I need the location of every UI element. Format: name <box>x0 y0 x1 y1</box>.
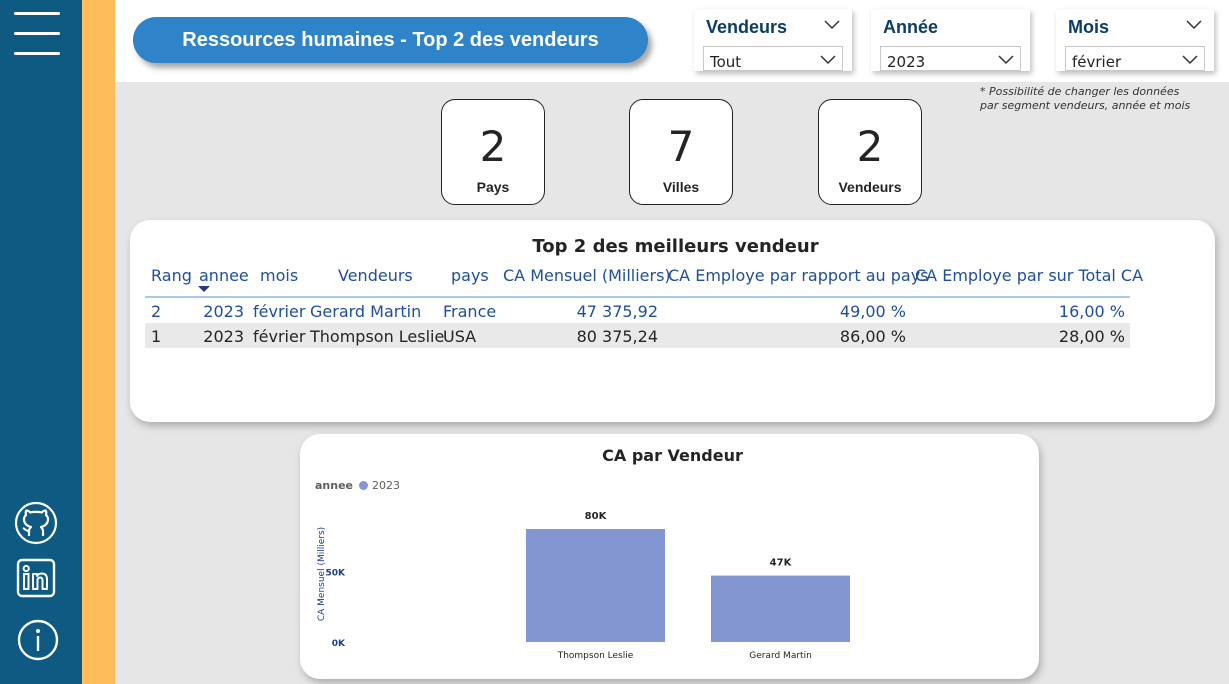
kpi-value: 2 <box>479 122 507 171</box>
chevron-down-icon <box>1182 55 1198 65</box>
info-icon[interactable] <box>16 618 60 662</box>
cell-pays: France <box>443 302 497 321</box>
bar[interactable] <box>526 529 665 642</box>
ca-par-vendeur-chart: CA par Vendeur annee 2023 CA Mensuel (Mi… <box>300 434 1039 679</box>
slicer-vendeurs: Vendeurs Tout <box>694 9 852 71</box>
page-title: Ressources humaines - Top 2 des vendeurs <box>133 17 648 63</box>
chevron-down-icon[interactable] <box>1186 20 1202 30</box>
data-label: 47K <box>770 558 793 569</box>
cell-vendeur: Thompson Leslie <box>310 327 445 346</box>
col-header-ca-mensuel[interactable]: CA Mensuel (Milliers) <box>503 266 671 285</box>
cell-annee: 2023 <box>203 302 244 321</box>
slicer-annee-title: Année <box>883 17 939 37</box>
slicer-vendeurs-dropdown[interactable]: Tout <box>703 46 843 71</box>
linkedin-icon[interactable] <box>16 558 56 598</box>
segment-note-line1: * Possibilité de changer les données <box>980 85 1180 98</box>
top-vendeurs-table: Top 2 des meilleurs vendeur Rang annee m… <box>130 220 1215 422</box>
chevron-down-icon[interactable] <box>824 20 840 30</box>
slicer-annee-value: 2023 <box>887 53 926 71</box>
hamburger-menu-icon[interactable] <box>14 12 60 56</box>
bar-chart-plot: CA Mensuel (Milliers)0K50K80KThompson Le… <box>317 511 850 661</box>
cell-ca-mensuel: 47 375,92 <box>576 302 658 321</box>
kpi-label: Pays <box>476 179 510 195</box>
slicer-mois-dropdown[interactable]: février <box>1065 46 1205 71</box>
col-header-ca-pays[interactable]: CA Employe par rapport au pays <box>668 266 929 285</box>
sort-descending-icon <box>198 286 210 292</box>
y-tick-label: 50K <box>326 568 347 578</box>
kpi-value: 2 <box>856 122 884 171</box>
slicer-vendeurs-title: Vendeurs <box>706 17 788 37</box>
kpi-value: 7 <box>667 122 695 171</box>
segment-note: * Possibilité de changer les données par… <box>980 85 1190 113</box>
kpi-card-vendeurs: 2 Vendeurs <box>818 99 922 205</box>
kpi-label: Villes <box>662 179 700 195</box>
table-row[interactable]: 1 2023 février Thompson Leslie USA 80 37… <box>145 323 1130 348</box>
data-label: 80K <box>585 511 608 522</box>
col-header-ca-total[interactable]: CA Employe par sur Total CA <box>915 266 1143 285</box>
kpi-label: Vendeurs <box>838 179 902 195</box>
cell-mois: février <box>253 327 306 346</box>
accent-bar <box>82 0 115 684</box>
chevron-down-icon <box>820 55 836 65</box>
cell-pays: USA <box>443 327 477 346</box>
col-header-vendeurs[interactable]: Vendeurs <box>338 266 413 285</box>
cell-rang: 1 <box>151 327 162 346</box>
cell-ca-pays: 86,00 % <box>839 327 906 346</box>
slicer-annee-dropdown[interactable]: 2023 <box>880 46 1021 71</box>
col-header-annee[interactable]: annee <box>199 266 249 285</box>
kpi-card-villes: 7 Villes <box>629 99 733 205</box>
cell-rang: 2 <box>151 302 162 321</box>
cell-vendeur: Gerard Martin <box>310 302 422 321</box>
slicer-annee: Année 2023 <box>871 9 1030 71</box>
table-title: Top 2 des meilleurs vendeur <box>532 236 819 257</box>
col-header-rang[interactable]: Rang <box>151 266 192 285</box>
col-header-pays[interactable]: pays <box>451 266 489 285</box>
kpi-card-pays: 2 Pays <box>441 99 545 205</box>
x-tick-label: Thompson Leslie <box>557 651 634 661</box>
sidebar <box>0 0 82 684</box>
slicer-mois-value: février <box>1072 53 1122 71</box>
cell-annee: 2023 <box>203 327 244 346</box>
chevron-down-icon <box>998 55 1014 65</box>
slicer-vendeurs-value: Tout <box>710 53 742 71</box>
cell-ca-total: 28,00 % <box>1058 327 1125 346</box>
cell-ca-mensuel: 80 375,24 <box>576 327 658 346</box>
segment-note-line2: par segment vendeurs, année et mois <box>980 99 1191 112</box>
bar[interactable] <box>711 575 850 642</box>
x-tick-label: Gerard Martin <box>749 651 812 661</box>
col-header-mois[interactable]: mois <box>260 266 298 285</box>
slicer-mois-title: Mois <box>1068 17 1110 37</box>
cell-ca-pays: 49,00 % <box>839 302 906 321</box>
cell-ca-total: 16,00 % <box>1058 302 1125 321</box>
slicer-mois: Mois février <box>1056 9 1214 71</box>
github-icon[interactable] <box>14 501 58 545</box>
table-row[interactable]: 2 2023 février Gerard Martin France 47 3… <box>145 298 1130 323</box>
cell-mois: février <box>253 302 306 321</box>
y-tick-label: 0K <box>332 639 346 649</box>
